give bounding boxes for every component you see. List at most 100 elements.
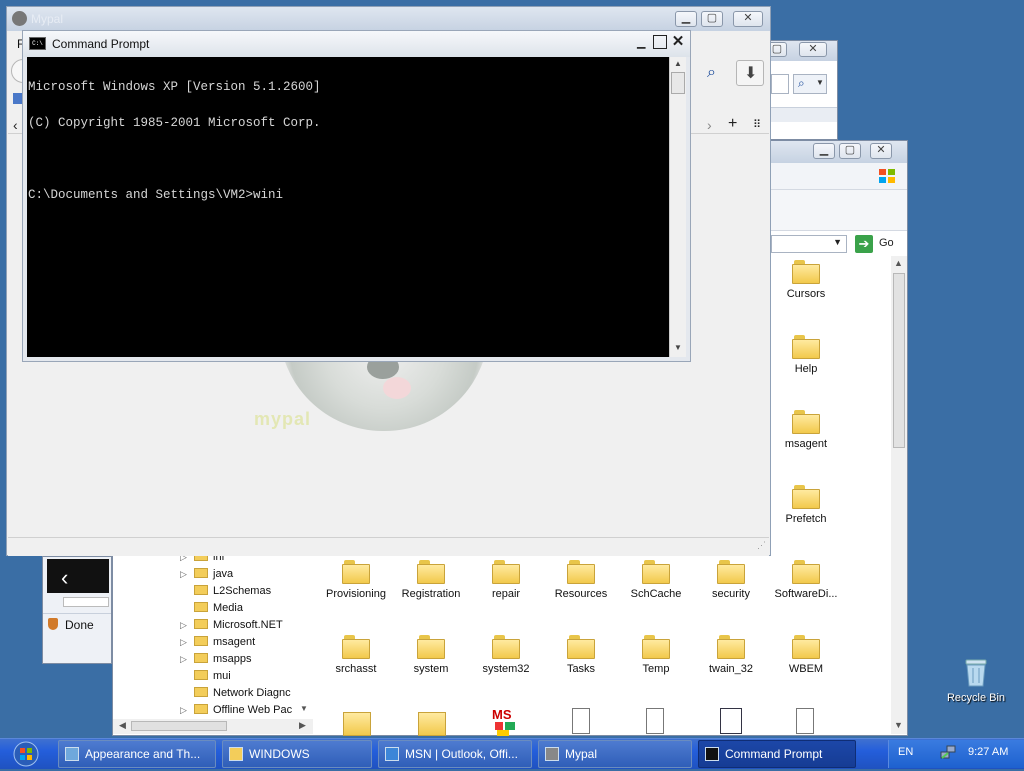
folder-item[interactable]: Resources bbox=[543, 560, 619, 600]
tab-scroll-right-icon[interactable]: › bbox=[707, 117, 712, 133]
folder-icon bbox=[642, 560, 670, 584]
taskbar-button-label: Command Prompt bbox=[725, 747, 823, 761]
tree-item[interactable]: ▷ Offline Web Pac bbox=[180, 704, 292, 721]
console-prompt-line: C:\Documents and Settings\VM2>wini bbox=[28, 188, 284, 202]
document-icon bbox=[572, 708, 590, 734]
folder-item[interactable]: system32 bbox=[468, 635, 544, 675]
tree-horizontal-scrollbar[interactable]: ◀ ▶ bbox=[113, 719, 313, 734]
recycle-bin-label: Recycle Bin bbox=[946, 692, 1006, 704]
scroll-right-arrow[interactable]: ▶ bbox=[299, 720, 306, 731]
folder-item[interactable]: msagent bbox=[768, 410, 844, 450]
scroll-down-arrow[interactable]: ▼ bbox=[674, 343, 682, 352]
mypal-maximize-button[interactable]: ▢ bbox=[701, 11, 723, 27]
tree-item[interactable]: ▷ msapps bbox=[180, 653, 252, 670]
folder-item[interactable]: repair bbox=[468, 560, 544, 600]
explorer-vertical-scrollbar[interactable]: ▲ ▼ bbox=[891, 256, 907, 734]
explorer-maximize-button[interactable]: ▢ bbox=[839, 143, 861, 159]
tree-scroll-thumb[interactable] bbox=[131, 721, 227, 731]
folder-item[interactable]: Cursors bbox=[768, 260, 844, 300]
cmd-close-button[interactable]: ✕ bbox=[670, 33, 686, 51]
resize-grip-icon[interactable]: ⋰ bbox=[757, 540, 766, 551]
cmd-titlebar[interactable]: C:\ Command Prompt bbox=[23, 31, 690, 57]
folder-item[interactable]: Registration bbox=[393, 560, 469, 600]
console-scroll-thumb[interactable] bbox=[671, 72, 685, 94]
document-icon bbox=[646, 708, 664, 734]
cmd-minimize-button[interactable]: ▁ bbox=[637, 36, 645, 49]
scheduled-tasks-icon bbox=[567, 635, 595, 659]
document-icon bbox=[796, 708, 814, 734]
scroll-left-arrow[interactable]: ◀ bbox=[119, 720, 126, 731]
windows-flag-icon bbox=[877, 167, 897, 185]
scroll-up-arrow[interactable]: ▲ bbox=[674, 59, 682, 68]
start-button[interactable] bbox=[6, 740, 46, 768]
taskbar-button[interactable]: MSN | Outlook, Offi... bbox=[378, 740, 532, 768]
folder-item[interactable]: Prefetch bbox=[768, 485, 844, 525]
expand-arrow-icon[interactable]: ▷ bbox=[180, 654, 190, 665]
scroll-thumb[interactable] bbox=[893, 273, 905, 448]
tree-vertical-scroll-down[interactable]: ▼ bbox=[300, 704, 308, 713]
taskbar-button[interactable]: WINDOWS bbox=[222, 740, 372, 768]
expand-arrow-icon[interactable]: ▷ bbox=[180, 620, 190, 631]
expand-arrow-icon[interactable]: ▷ bbox=[180, 705, 190, 716]
tree-item[interactable]: ▷ Microsoft.NET bbox=[180, 619, 283, 636]
folder-icon bbox=[194, 602, 208, 612]
network-icon[interactable] bbox=[940, 744, 956, 760]
console-line: (C) Copyright 1985-2001 Microsoft Corp. bbox=[28, 116, 321, 130]
folder-item[interactable]: WBEM bbox=[768, 635, 844, 675]
go-arrow-icon: ➔ bbox=[855, 235, 873, 253]
search-icon[interactable]: ⌕ bbox=[707, 64, 716, 82]
folder-label: security bbox=[712, 588, 750, 600]
folder-item[interactable]: Temp bbox=[618, 635, 694, 675]
folder-item[interactable]: Tasks bbox=[543, 635, 619, 675]
download-button[interactable]: ⬇ bbox=[736, 60, 764, 86]
recycle-bin[interactable]: Recycle Bin bbox=[940, 656, 1012, 710]
mypal-titlebar[interactable]: Mypal bbox=[7, 7, 770, 31]
folder-item[interactable]: security bbox=[693, 560, 769, 600]
taskbar-button[interactable]: Appearance and Th... bbox=[58, 740, 216, 768]
expand-arrow-icon[interactable]: ▷ bbox=[180, 637, 190, 648]
folder-icon bbox=[417, 560, 445, 584]
taskbar-button[interactable]: Mypal bbox=[538, 740, 692, 768]
mypal-minimize-button[interactable]: ▁ bbox=[675, 11, 697, 27]
chevron-down-icon[interactable]: ▼ bbox=[816, 78, 824, 87]
chevron-left-icon[interactable]: ‹ bbox=[61, 565, 68, 591]
tab-scroll-left-icon[interactable]: ‹ bbox=[13, 117, 18, 133]
folder-item[interactable]: SoftwareDi... bbox=[768, 560, 844, 600]
address-bar[interactable]: ▼ bbox=[771, 235, 847, 253]
folder-icon bbox=[567, 560, 595, 584]
tree-item[interactable]: ▷ java bbox=[180, 568, 233, 585]
go-button[interactable]: ➔ Go bbox=[855, 234, 901, 254]
ie-search-button[interactable]: ⌕ ▼ bbox=[793, 74, 827, 94]
ie-close-button[interactable]: ✕ bbox=[799, 42, 827, 57]
tree-item[interactable]: Network Diagnc bbox=[180, 687, 291, 704]
expand-arrow-icon[interactable]: ▷ bbox=[180, 569, 190, 580]
logo-tongue bbox=[383, 377, 411, 399]
folder-item[interactable]: twain_32 bbox=[693, 635, 769, 675]
tree-item[interactable]: mui bbox=[180, 670, 231, 687]
folder-item[interactable]: srchasst bbox=[318, 635, 394, 675]
taskbar-button[interactable]: Command Prompt bbox=[698, 740, 856, 768]
tree-item[interactable]: Media bbox=[180, 602, 243, 619]
console-scrollbar[interactable]: ▲ ▼ bbox=[669, 57, 686, 357]
language-indicator[interactable]: EN bbox=[898, 746, 913, 758]
status-text: Done bbox=[65, 618, 94, 632]
chevron-down-icon[interactable]: ▼ bbox=[833, 237, 842, 247]
svg-text:MS: MS bbox=[492, 707, 512, 722]
tree-item[interactable]: ▷ msagent bbox=[180, 636, 255, 653]
small-browser-window: ‹ Done bbox=[42, 556, 112, 664]
list-all-tabs-icon[interactable]: ⠿ bbox=[753, 118, 761, 131]
folder-item[interactable]: SchCache bbox=[618, 560, 694, 600]
scroll-up-arrow[interactable]: ▲ bbox=[894, 258, 903, 268]
ie-search-box[interactable] bbox=[771, 74, 789, 94]
scroll-down-arrow[interactable]: ▼ bbox=[894, 720, 903, 730]
folder-item[interactable]: Provisioning bbox=[318, 560, 394, 600]
mypal-close-button[interactable]: ✕ bbox=[733, 11, 763, 27]
clock[interactable]: 9:27 AM bbox=[968, 746, 1008, 758]
cmd-maximize-button[interactable] bbox=[653, 35, 667, 49]
explorer-minimize-button[interactable]: ▁ bbox=[813, 143, 835, 159]
new-tab-icon[interactable]: + bbox=[728, 115, 737, 133]
explorer-close-button[interactable]: ✕ bbox=[870, 143, 892, 159]
folder-item[interactable]: Help bbox=[768, 335, 844, 375]
folder-item[interactable]: system bbox=[393, 635, 469, 675]
tree-item[interactable]: L2Schemas bbox=[180, 585, 271, 602]
